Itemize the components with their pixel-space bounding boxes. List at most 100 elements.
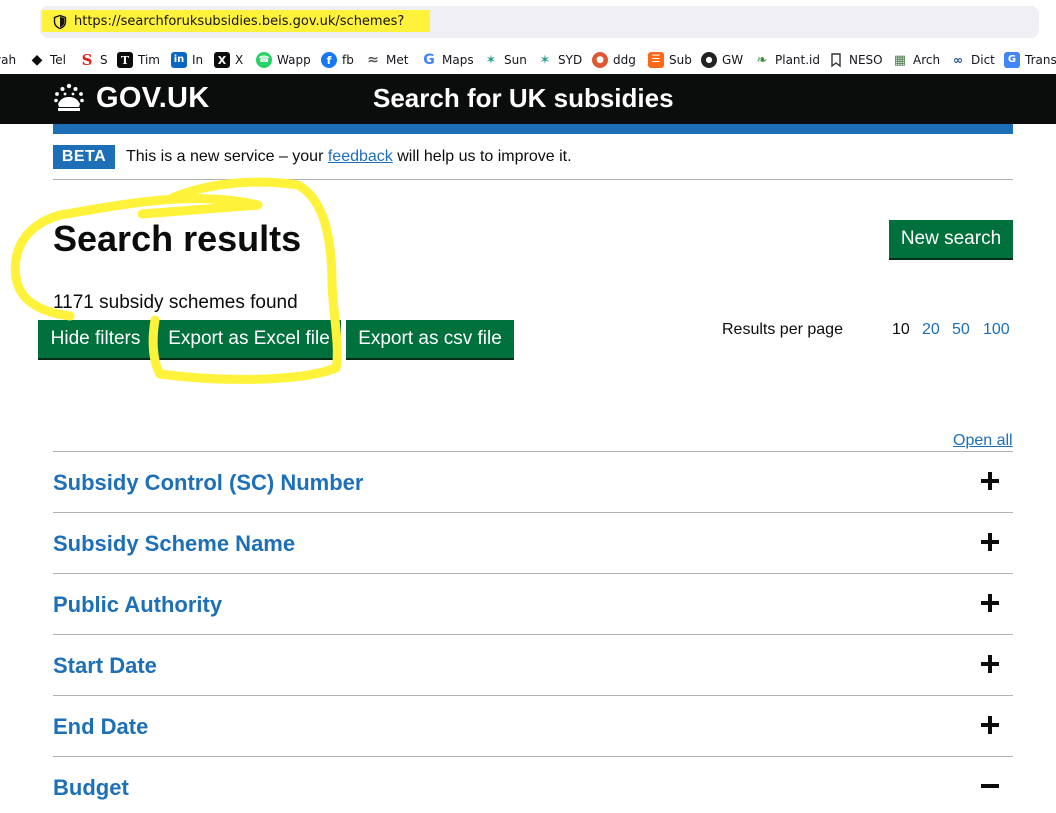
export-excel-button[interactable]: Export as Excel file: [157, 320, 341, 358]
banner-text-before: This is a new service – your: [126, 148, 328, 165]
plant-icon: ❧: [756, 52, 768, 68]
bookmark-syd[interactable]: ✶ SYD: [537, 51, 583, 69]
crown-icon[interactable]: [52, 82, 86, 114]
plus-icon[interactable]: [981, 594, 999, 612]
bookmark-s[interactable]: S S: [79, 51, 108, 69]
url-text[interactable]: https://searchforuksubsidies.beis.gov.uk…: [74, 14, 404, 29]
bookmark-ddg[interactable]: ● ddg: [592, 51, 636, 69]
results-per-page-label: Results per page: [722, 321, 843, 338]
bookmark-met[interactable]: ≈ Met: [365, 51, 408, 69]
bookmark-label: Tel: [50, 53, 67, 67]
accordion-section-budget[interactable]: Budget: [53, 756, 1013, 813]
bookmark-label: Arch: [913, 53, 941, 67]
accordion-heading[interactable]: End Date: [53, 714, 148, 740]
bookmark-vah[interactable]: vah: [0, 51, 16, 69]
accordion-heading[interactable]: Public Authority: [53, 592, 222, 618]
bookmark-tim[interactable]: T Tim: [117, 51, 160, 69]
results-per-page-50[interactable]: 50: [952, 321, 970, 339]
plus-icon[interactable]: [981, 533, 999, 551]
plus-icon[interactable]: [981, 716, 999, 734]
gw-icon: ●: [701, 52, 717, 68]
bookmark-label: Maps: [442, 53, 474, 67]
bookmark-label: Dict: [971, 53, 995, 67]
x-icon: X: [214, 52, 230, 68]
bookmark-neso[interactable]: NESO: [828, 51, 883, 69]
bookmark-dict[interactable]: ∞ Dict: [950, 51, 995, 69]
facebook-icon: f: [321, 52, 337, 68]
govuk-logo[interactable]: GOV.UK: [96, 82, 210, 115]
results-per-page-10: 10: [892, 321, 910, 338]
bookmark-label: fb: [342, 53, 354, 67]
bookmark-label: Wapp: [277, 53, 311, 67]
accordion-heading[interactable]: Budget: [53, 775, 129, 801]
bookmark-plant[interactable]: ❧ Plant.id: [754, 51, 820, 69]
header-blue-bar: [53, 124, 1013, 134]
accordion-section-sc-number[interactable]: Subsidy Control (SC) Number: [53, 451, 1013, 512]
bookmark-label: SYD: [558, 53, 583, 67]
hide-filters-button[interactable]: Hide filters: [38, 320, 153, 358]
bookmark-maps[interactable]: G Maps: [421, 51, 474, 69]
minus-icon[interactable]: [981, 777, 999, 795]
bookmark-label: Met: [386, 53, 409, 67]
export-csv-button[interactable]: Export as csv file: [346, 320, 514, 358]
new-search-button[interactable]: New search: [889, 220, 1013, 258]
banner-text-after: will help us to improve it.: [392, 148, 572, 165]
bookmark-label: ddg: [613, 53, 636, 67]
accordion-heading[interactable]: Subsidy Scheme Name: [53, 531, 295, 557]
sun-icon: ✶: [485, 52, 497, 68]
substack-icon: ☰: [648, 52, 664, 68]
bookmark-in[interactable]: in In: [171, 51, 203, 69]
bookmark-wapp[interactable]: ☎ Wapp: [256, 51, 311, 69]
dict-icon: ∞: [953, 53, 963, 67]
bookmark-label: Sun: [504, 53, 527, 67]
bookmark-label: In: [192, 53, 204, 67]
page-title: Search results: [53, 218, 302, 259]
bookmark-label: GW: [722, 53, 744, 67]
bookmark-label: Plant.id: [775, 53, 820, 67]
plus-icon[interactable]: [981, 655, 999, 673]
accordion-heading[interactable]: Start Date: [53, 653, 157, 679]
bookmark-fb[interactable]: f fb: [321, 51, 354, 69]
govuk-header: GOV.UK Search for UK subsidies: [0, 74, 1056, 124]
bookmark-label: NESO: [849, 53, 883, 67]
shield-icon[interactable]: [52, 14, 68, 30]
accordion-section-scheme-name[interactable]: Subsidy Scheme Name: [53, 512, 1013, 573]
bookmark-gw[interactable]: ● GW: [701, 51, 743, 69]
bookmark-tel[interactable]: ◆ Tel: [29, 51, 66, 69]
service-name[interactable]: Search for UK subsidies: [373, 83, 674, 114]
bookmark-sub[interactable]: ☰ Sub: [648, 51, 692, 69]
phase-banner-text: This is a new service – your feedback wi…: [126, 148, 572, 166]
arch-icon: ▦: [893, 52, 907, 68]
bookmark-label: Tim: [138, 53, 160, 67]
bookmark-arch[interactable]: ▦ Arch: [892, 51, 940, 69]
accordion-heading[interactable]: Subsidy Control (SC) Number: [53, 470, 363, 496]
bookmark-icon: [831, 53, 841, 68]
bookmark-label: vah: [0, 53, 17, 67]
results-per-page-20[interactable]: 20: [922, 321, 940, 339]
bookmark-trans[interactable]: G Trans: [1004, 51, 1056, 69]
bookmark-sun[interactable]: ✶ Sun: [483, 51, 527, 69]
accordion-section-public-authority[interactable]: Public Authority: [53, 573, 1013, 634]
accordion-section-start-date[interactable]: Start Date: [53, 634, 1013, 695]
translate-icon: G: [1004, 52, 1020, 68]
whatsapp-icon: ☎: [256, 52, 272, 68]
beta-tag: BETA: [53, 145, 115, 169]
s-icon: S: [81, 50, 93, 69]
bookmark-label: Sub: [669, 53, 692, 67]
results-per-page-100[interactable]: 100: [983, 321, 1010, 339]
accordion-section-end-date[interactable]: End Date: [53, 695, 1013, 756]
open-all-link[interactable]: Open all: [953, 432, 1013, 450]
bookmark-label: X: [235, 53, 244, 67]
bookmark-label: Trans: [1025, 53, 1056, 67]
page: https://searchforuksubsidies.beis.gov.uk…: [0, 0, 1056, 813]
google-icon: G: [423, 52, 435, 68]
feedback-link[interactable]: feedback: [328, 148, 393, 165]
bookmark-x[interactable]: X X: [214, 51, 243, 69]
met-icon: ≈: [367, 52, 379, 68]
phase-banner: BETA This is a new service – your feedba…: [53, 145, 1013, 180]
duckduckgo-icon: ●: [592, 52, 608, 68]
bookmarks-toolbar: vah ◆ Tel S S T Tim in In X X ☎ Wapp f f…: [0, 49, 1056, 71]
syd-icon: ✶: [539, 52, 551, 68]
address-bar[interactable]: https://searchforuksubsidies.beis.gov.uk…: [40, 6, 1039, 38]
plus-icon[interactable]: [981, 472, 999, 490]
